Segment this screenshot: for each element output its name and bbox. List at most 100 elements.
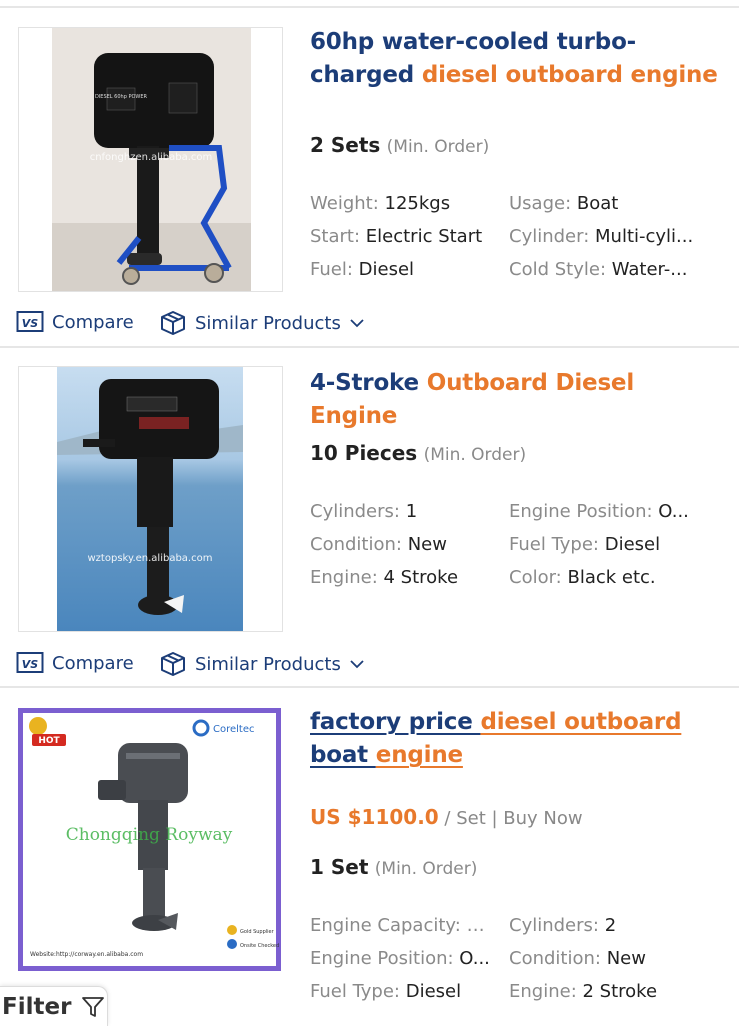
svg-text:VS: VS (22, 317, 39, 330)
filter-label: Filter (2, 993, 72, 1020)
product-card[interactable]: DIESEL 60hp POWER cnfonghzen.alibaba.com… (0, 0, 739, 346)
attr-label: Cold Style: (509, 259, 607, 280)
onsite-checked: Onsite Checked (240, 943, 279, 949)
similar-products-label: Similar Products (195, 653, 341, 675)
attr-value: Boat (576, 193, 619, 214)
title-part: 4-Stroke (310, 370, 427, 396)
attr-value: New (407, 534, 447, 555)
product-title[interactable]: 60hp water-cooled turbo-charged diesel o… (310, 26, 725, 92)
attr-value: 2 (604, 915, 617, 936)
price: US $1100.0 / Set | Buy Now (310, 805, 583, 829)
attribute: Start: Electric Start (310, 225, 495, 249)
brand-logo: Coreltec (213, 724, 255, 735)
outboard-engine-photo: wztopsky.en.alibaba.com (19, 367, 282, 631)
moq-quantity: 10 Pieces (310, 441, 418, 465)
moq-unit: (Min. Order) (423, 445, 527, 465)
attr-value: Water-... (611, 259, 688, 280)
compare-label: Compare (52, 311, 134, 333)
outboard-engine-photo: HOT Coreltec Chongqing Royway Gold Suppl… (18, 708, 281, 971)
product-card[interactable]: wztopsky.en.alibaba.com 4-Stroke Outboar… (0, 348, 739, 686)
outboard-engine-photo: DIESEL 60hp POWER cnfonghzen.alibaba.com (19, 28, 282, 291)
attr-value: O... (658, 501, 689, 522)
attr-label: Fuel Type: (509, 534, 599, 555)
attr-label: Engine Capacity: (310, 915, 461, 936)
attribute: Condition: New (310, 533, 495, 557)
attr-value: Diesel (405, 981, 462, 1002)
compare-label: Compare (52, 652, 134, 674)
image-watermark: cnfonghzen.alibaba.com (90, 152, 213, 163)
attr-label: Weight: (310, 193, 379, 214)
attr-value: 4 Stroke (383, 567, 459, 588)
product-image[interactable]: wztopsky.en.alibaba.com (18, 366, 283, 632)
attr-label: Engine: (310, 567, 378, 588)
compare-button[interactable]: VS Compare (16, 651, 134, 675)
engine-badge: DIESEL 60hp POWER (95, 94, 148, 100)
attr-value: 2 Stroke (582, 981, 658, 1002)
attribute: Engine: 4 Stroke (310, 566, 495, 590)
product-title[interactable]: 4-Stroke Outboard Diesel Engine (310, 367, 725, 433)
attr-label: Usage: (509, 193, 572, 214)
product-card[interactable]: HOT Coreltec Chongqing Royway Gold Suppl… (0, 688, 739, 1024)
product-image[interactable]: HOT Coreltec Chongqing Royway Gold Suppl… (18, 708, 281, 971)
filter-button[interactable]: Filter (0, 986, 108, 1026)
min-order: 1 Set (Min. Order) (310, 855, 477, 879)
attr-label: Fuel Type: (310, 981, 400, 1002)
attr-label: Cylinder: (509, 226, 590, 247)
attr-label: Start: (310, 226, 361, 247)
product-image[interactable]: DIESEL 60hp POWER cnfonghzen.alibaba.com (18, 27, 283, 292)
attribute: Fuel Type: Diesel (509, 533, 694, 557)
price-amount: US $1100.0 (310, 805, 439, 829)
attribute: Engine Position: O... (509, 500, 694, 524)
product-title[interactable]: factory price diesel outboard boat engin… (310, 706, 725, 772)
attr-label: Condition: (310, 534, 402, 555)
similar-products-button[interactable]: Similar Products (159, 651, 365, 677)
image-website: Website:http://corway.en.alibaba.com (30, 951, 143, 958)
similar-products-button[interactable]: Similar Products (159, 310, 365, 336)
attr-value: Diesel (604, 534, 661, 555)
moq-quantity: 2 Sets (310, 133, 381, 157)
moq-unit: (Min. Order) (374, 859, 478, 879)
attr-value: New (606, 948, 646, 969)
title-keyword: engine (375, 742, 463, 768)
attribute: Condition: New (509, 947, 694, 971)
attr-label: Engine Position: (310, 948, 454, 969)
attribute: Weight: 125kgs (310, 192, 495, 216)
similar-products-label: Similar Products (195, 312, 341, 334)
attribute: Cylinder: Multi-cyli... (509, 225, 694, 249)
attribute: Fuel: Diesel (310, 258, 495, 282)
moq-quantity: 1 Set (310, 855, 369, 879)
attr-value: Diesel (358, 259, 415, 280)
attr-value: O... (459, 948, 490, 969)
attr-label: Fuel: (310, 259, 353, 280)
svg-text:VS: VS (22, 658, 39, 671)
attribute: Cylinders: 1 (310, 500, 495, 524)
attribute: Fuel Type: Diesel (310, 980, 495, 1004)
cube-icon (161, 311, 185, 335)
attr-label: Color: (509, 567, 562, 588)
moq-unit: (Min. Order) (386, 137, 490, 157)
image-watermark: wztopsky.en.alibaba.com (88, 553, 213, 564)
attr-value: 125kgs (384, 193, 451, 214)
attr-label: Engine: (509, 981, 577, 1002)
gold-supplier: Gold Supplier (240, 929, 275, 935)
attribute: Usage: Boat (509, 192, 694, 216)
attr-value: >... (466, 915, 495, 936)
attr-label: Engine Position: (509, 501, 653, 522)
cube-icon (161, 652, 185, 676)
hot-badge: HOT (38, 736, 60, 746)
attribute: Engine Position: O... (310, 947, 495, 971)
attr-label: Cylinders: (509, 915, 599, 936)
attr-value: Black etc. (567, 567, 656, 588)
chevron-down-icon (350, 660, 364, 669)
attr-label: Condition: (509, 948, 601, 969)
card-actions: VS Compare Similar Products (16, 651, 376, 681)
compare-button[interactable]: VS Compare (16, 310, 134, 334)
attr-value: Multi-cyli... (595, 226, 694, 247)
price-suffix: / Set | Buy Now (438, 808, 583, 829)
title-part: factory price (310, 709, 481, 735)
compare-icon: VS (16, 652, 44, 673)
attribute: Cold Style: Water-... (509, 258, 694, 282)
image-watermark: Chongqing Royway (66, 825, 233, 845)
card-actions: VS Compare Similar Products (16, 310, 376, 340)
compare-icon: VS (16, 311, 44, 332)
